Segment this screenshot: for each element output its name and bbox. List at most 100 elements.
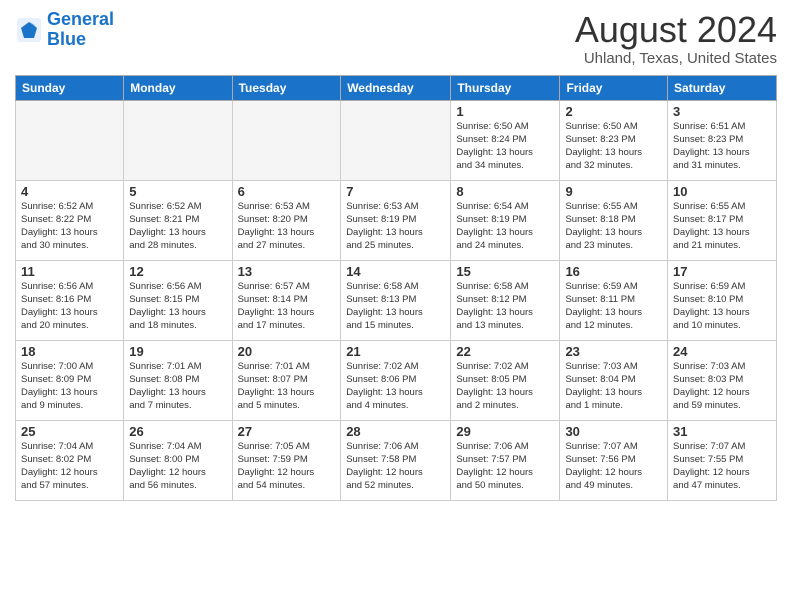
day-number: 26 — [129, 424, 226, 439]
day-info: Sunrise: 7:06 AM Sunset: 7:58 PM Dayligh… — [346, 440, 445, 493]
week-row-2: 4Sunrise: 6:52 AM Sunset: 8:22 PM Daylig… — [16, 180, 777, 260]
calendar-cell-1-1: 5Sunrise: 6:52 AM Sunset: 8:21 PM Daylig… — [124, 180, 232, 260]
calendar-cell-4-2: 27Sunrise: 7:05 AM Sunset: 7:59 PM Dayli… — [232, 420, 341, 500]
day-info: Sunrise: 6:59 AM Sunset: 8:10 PM Dayligh… — [673, 280, 771, 333]
day-number: 28 — [346, 424, 445, 439]
title-block: August 2024 Uhland, Texas, United States — [575, 10, 777, 67]
day-info: Sunrise: 6:51 AM Sunset: 8:23 PM Dayligh… — [673, 120, 771, 173]
calendar-cell-3-4: 22Sunrise: 7:02 AM Sunset: 8:05 PM Dayli… — [451, 340, 560, 420]
logo-icon — [15, 16, 43, 44]
calendar-cell-1-6: 10Sunrise: 6:55 AM Sunset: 8:17 PM Dayli… — [668, 180, 777, 260]
day-info: Sunrise: 7:03 AM Sunset: 8:03 PM Dayligh… — [673, 360, 771, 413]
day-number: 17 — [673, 264, 771, 279]
calendar-cell-0-5: 2Sunrise: 6:50 AM Sunset: 8:23 PM Daylig… — [560, 100, 668, 180]
calendar-cell-3-2: 20Sunrise: 7:01 AM Sunset: 8:07 PM Dayli… — [232, 340, 341, 420]
day-info: Sunrise: 6:55 AM Sunset: 8:18 PM Dayligh… — [565, 200, 662, 253]
calendar-cell-2-6: 17Sunrise: 6:59 AM Sunset: 8:10 PM Dayli… — [668, 260, 777, 340]
day-info: Sunrise: 6:58 AM Sunset: 8:12 PM Dayligh… — [456, 280, 554, 333]
calendar-body: 1Sunrise: 6:50 AM Sunset: 8:24 PM Daylig… — [16, 100, 777, 500]
calendar-cell-2-2: 13Sunrise: 6:57 AM Sunset: 8:14 PM Dayli… — [232, 260, 341, 340]
calendar-cell-4-6: 31Sunrise: 7:07 AM Sunset: 7:55 PM Dayli… — [668, 420, 777, 500]
weekday-header-monday: Monday — [124, 75, 232, 100]
day-info: Sunrise: 6:56 AM Sunset: 8:15 PM Dayligh… — [129, 280, 226, 333]
day-info: Sunrise: 7:04 AM Sunset: 8:00 PM Dayligh… — [129, 440, 226, 493]
day-info: Sunrise: 7:07 AM Sunset: 7:56 PM Dayligh… — [565, 440, 662, 493]
day-info: Sunrise: 7:03 AM Sunset: 8:04 PM Dayligh… — [565, 360, 662, 413]
calendar-cell-1-5: 9Sunrise: 6:55 AM Sunset: 8:18 PM Daylig… — [560, 180, 668, 260]
day-number: 3 — [673, 104, 771, 119]
calendar-cell-3-5: 23Sunrise: 7:03 AM Sunset: 8:04 PM Dayli… — [560, 340, 668, 420]
weekday-header-friday: Friday — [560, 75, 668, 100]
calendar-cell-2-3: 14Sunrise: 6:58 AM Sunset: 8:13 PM Dayli… — [341, 260, 451, 340]
calendar-cell-2-5: 16Sunrise: 6:59 AM Sunset: 8:11 PM Dayli… — [560, 260, 668, 340]
calendar-cell-3-1: 19Sunrise: 7:01 AM Sunset: 8:08 PM Dayli… — [124, 340, 232, 420]
weekday-header-saturday: Saturday — [668, 75, 777, 100]
calendar-cell-0-6: 3Sunrise: 6:51 AM Sunset: 8:23 PM Daylig… — [668, 100, 777, 180]
day-number: 29 — [456, 424, 554, 439]
header: General Blue August 2024 Uhland, Texas, … — [15, 10, 777, 67]
calendar-cell-4-3: 28Sunrise: 7:06 AM Sunset: 7:58 PM Dayli… — [341, 420, 451, 500]
day-number: 30 — [565, 424, 662, 439]
day-info: Sunrise: 7:06 AM Sunset: 7:57 PM Dayligh… — [456, 440, 554, 493]
logo: General Blue — [15, 10, 114, 50]
week-row-4: 18Sunrise: 7:00 AM Sunset: 8:09 PM Dayli… — [16, 340, 777, 420]
day-number: 4 — [21, 184, 118, 199]
calendar-cell-0-4: 1Sunrise: 6:50 AM Sunset: 8:24 PM Daylig… — [451, 100, 560, 180]
weekday-header-tuesday: Tuesday — [232, 75, 341, 100]
weekday-header-sunday: Sunday — [16, 75, 124, 100]
page: General Blue August 2024 Uhland, Texas, … — [0, 0, 792, 511]
calendar-cell-3-3: 21Sunrise: 7:02 AM Sunset: 8:06 PM Dayli… — [341, 340, 451, 420]
day-number: 19 — [129, 344, 226, 359]
calendar-table: SundayMondayTuesdayWednesdayThursdayFrid… — [15, 75, 777, 501]
day-info: Sunrise: 7:07 AM Sunset: 7:55 PM Dayligh… — [673, 440, 771, 493]
day-number: 1 — [456, 104, 554, 119]
day-info: Sunrise: 6:53 AM Sunset: 8:19 PM Dayligh… — [346, 200, 445, 253]
calendar-cell-0-3 — [341, 100, 451, 180]
day-info: Sunrise: 6:59 AM Sunset: 8:11 PM Dayligh… — [565, 280, 662, 333]
day-info: Sunrise: 7:04 AM Sunset: 8:02 PM Dayligh… — [21, 440, 118, 493]
day-info: Sunrise: 7:02 AM Sunset: 8:06 PM Dayligh… — [346, 360, 445, 413]
day-info: Sunrise: 6:56 AM Sunset: 8:16 PM Dayligh… — [21, 280, 118, 333]
subtitle: Uhland, Texas, United States — [575, 50, 777, 67]
day-info: Sunrise: 6:53 AM Sunset: 8:20 PM Dayligh… — [238, 200, 336, 253]
week-row-5: 25Sunrise: 7:04 AM Sunset: 8:02 PM Dayli… — [16, 420, 777, 500]
day-number: 11 — [21, 264, 118, 279]
day-info: Sunrise: 7:05 AM Sunset: 7:59 PM Dayligh… — [238, 440, 336, 493]
day-info: Sunrise: 7:00 AM Sunset: 8:09 PM Dayligh… — [21, 360, 118, 413]
logo-line1: General — [47, 9, 114, 29]
calendar-cell-4-4: 29Sunrise: 7:06 AM Sunset: 7:57 PM Dayli… — [451, 420, 560, 500]
calendar-cell-2-4: 15Sunrise: 6:58 AM Sunset: 8:12 PM Dayli… — [451, 260, 560, 340]
calendar-cell-1-2: 6Sunrise: 6:53 AM Sunset: 8:20 PM Daylig… — [232, 180, 341, 260]
calendar-cell-3-0: 18Sunrise: 7:00 AM Sunset: 8:09 PM Dayli… — [16, 340, 124, 420]
day-number: 22 — [456, 344, 554, 359]
calendar-cell-4-1: 26Sunrise: 7:04 AM Sunset: 8:00 PM Dayli… — [124, 420, 232, 500]
day-number: 23 — [565, 344, 662, 359]
day-number: 27 — [238, 424, 336, 439]
day-number: 14 — [346, 264, 445, 279]
day-info: Sunrise: 6:52 AM Sunset: 8:21 PM Dayligh… — [129, 200, 226, 253]
day-info: Sunrise: 7:02 AM Sunset: 8:05 PM Dayligh… — [456, 360, 554, 413]
day-info: Sunrise: 7:01 AM Sunset: 8:08 PM Dayligh… — [129, 360, 226, 413]
day-info: Sunrise: 6:50 AM Sunset: 8:23 PM Dayligh… — [565, 120, 662, 173]
day-number: 7 — [346, 184, 445, 199]
calendar-cell-0-0 — [16, 100, 124, 180]
day-number: 9 — [565, 184, 662, 199]
day-info: Sunrise: 6:55 AM Sunset: 8:17 PM Dayligh… — [673, 200, 771, 253]
day-number: 5 — [129, 184, 226, 199]
calendar-cell-2-0: 11Sunrise: 6:56 AM Sunset: 8:16 PM Dayli… — [16, 260, 124, 340]
day-number: 15 — [456, 264, 554, 279]
calendar-cell-1-0: 4Sunrise: 6:52 AM Sunset: 8:22 PM Daylig… — [16, 180, 124, 260]
logo-text: General Blue — [47, 10, 114, 50]
calendar-cell-0-1 — [124, 100, 232, 180]
day-number: 10 — [673, 184, 771, 199]
day-number: 21 — [346, 344, 445, 359]
calendar-cell-2-1: 12Sunrise: 6:56 AM Sunset: 8:15 PM Dayli… — [124, 260, 232, 340]
day-number: 20 — [238, 344, 336, 359]
logo-line2: Blue — [47, 29, 86, 49]
weekday-header-thursday: Thursday — [451, 75, 560, 100]
day-number: 13 — [238, 264, 336, 279]
day-info: Sunrise: 7:01 AM Sunset: 8:07 PM Dayligh… — [238, 360, 336, 413]
day-number: 25 — [21, 424, 118, 439]
day-info: Sunrise: 6:54 AM Sunset: 8:19 PM Dayligh… — [456, 200, 554, 253]
calendar-cell-0-2 — [232, 100, 341, 180]
